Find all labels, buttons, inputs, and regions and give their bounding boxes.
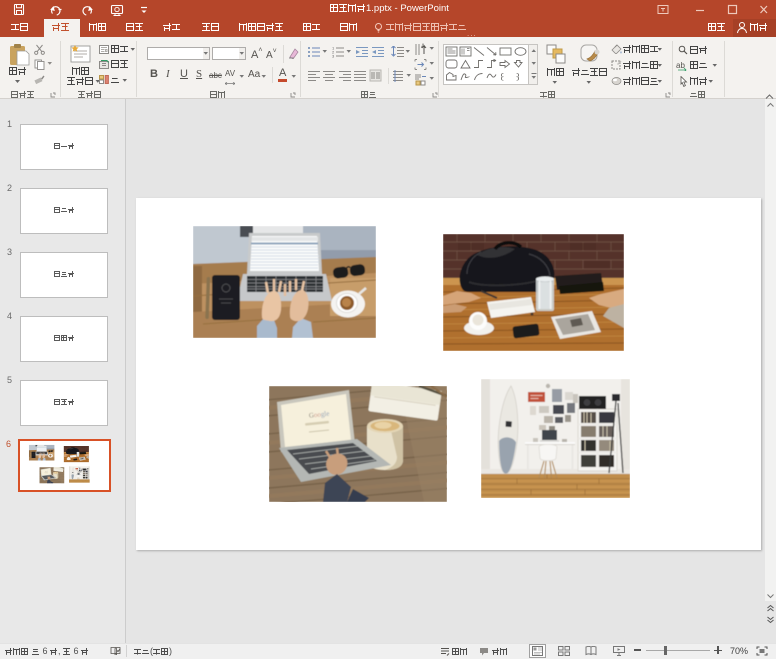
svg-text:ab: ab — [676, 61, 685, 70]
svg-text:3: 3 — [332, 54, 335, 59]
svg-text:A: A — [421, 44, 425, 50]
